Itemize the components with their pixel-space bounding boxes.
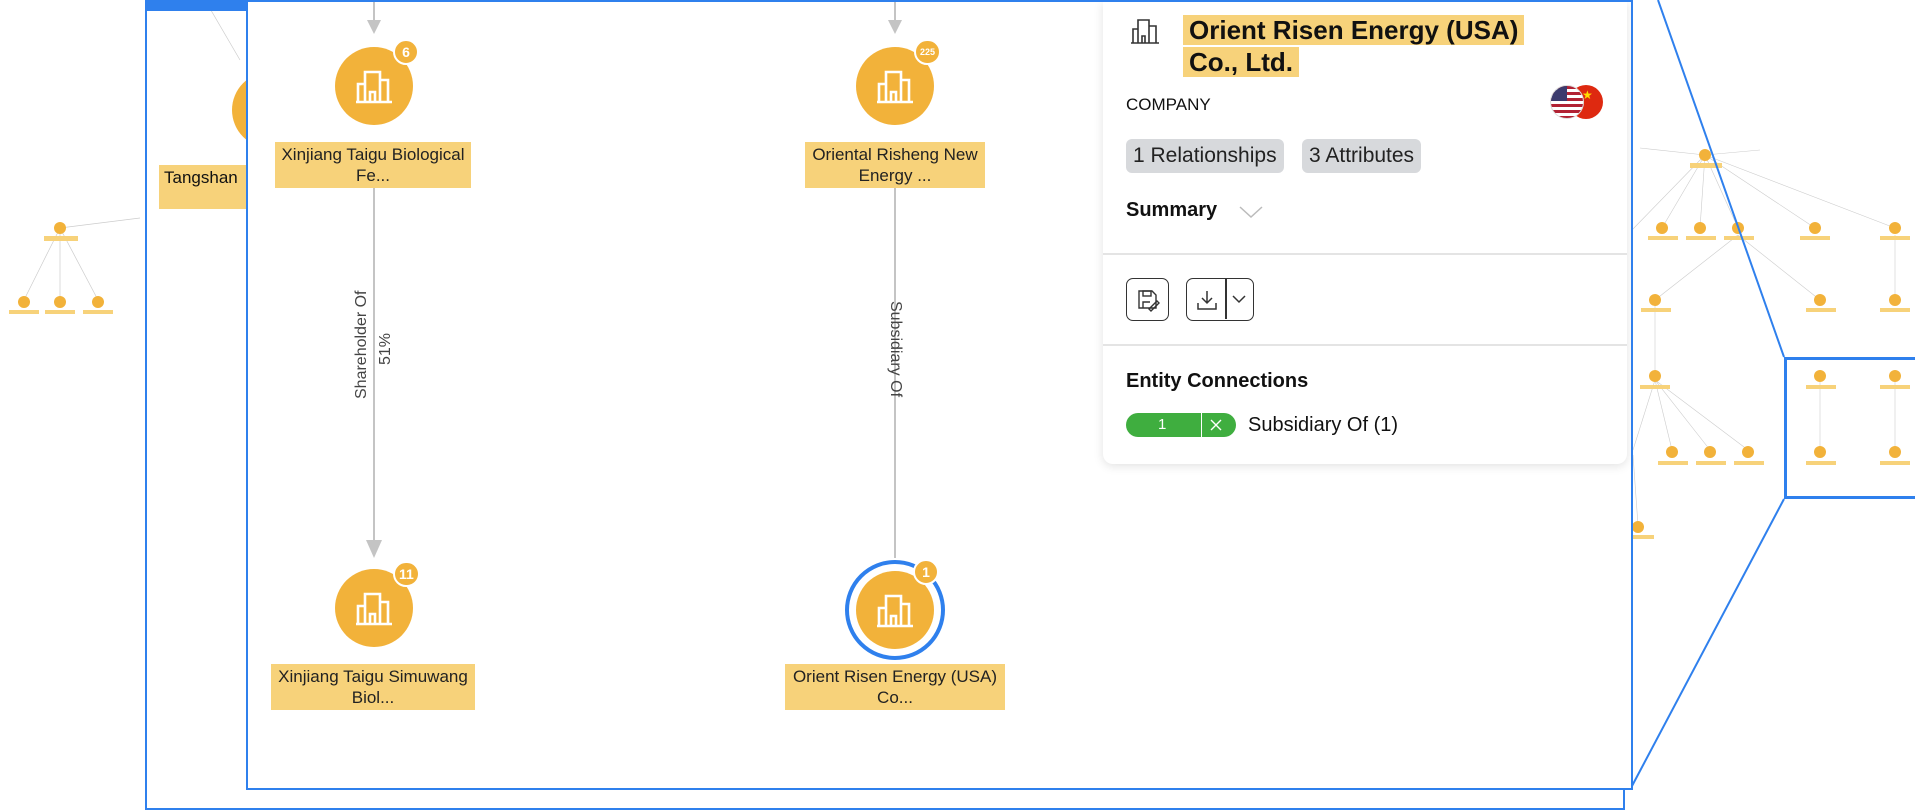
node-label: Xinjiang Taigu Simuwang Biol... — [271, 664, 475, 710]
entity-detail-card: Orient Risen Energy (USA) Co., Ltd. COMP… — [1103, 2, 1627, 464]
save-edit-icon — [1138, 290, 1160, 312]
summary-toggle[interactable]: Summary — [1126, 199, 1263, 222]
connections-heading: Entity Connections — [1126, 370, 1309, 392]
split-divider — [1225, 279, 1227, 319]
download-split-button[interactable] — [1186, 278, 1254, 321]
graph-canvas[interactable]: 6 Xinjiang Taigu Biological Fe... 225 Or… — [246, 0, 1633, 790]
company-building-icon — [356, 592, 392, 626]
node-count-badge: 6 — [393, 39, 419, 65]
node-label: Xinjiang Taigu Biological Fe... — [275, 142, 471, 188]
edge-label: Shareholder Of — [353, 290, 370, 399]
connection-count: 1 — [1158, 416, 1167, 433]
download-icon — [1197, 291, 1217, 310]
node-count-badge: 225 — [914, 39, 942, 65]
divider — [1103, 344, 1627, 346]
chevron-down-icon — [1239, 206, 1263, 219]
node-label: Oriental Risheng New Energy ... — [805, 142, 985, 188]
entity-title: Orient Risen Energy (USA) Co., Ltd. — [1183, 14, 1543, 78]
zoom-frame-header — [145, 0, 250, 11]
node-count-badge: 11 — [393, 561, 420, 587]
attributes-count[interactable]: 3 Attributes — [1302, 139, 1422, 173]
save-button[interactable] — [1126, 278, 1169, 321]
relationships-count[interactable]: 1 Relationships — [1126, 139, 1284, 173]
chevron-down-icon[interactable] — [1231, 294, 1247, 304]
company-node[interactable]: 6 — [335, 39, 419, 125]
connection-label: Subsidiary Of (1) — [1248, 414, 1399, 436]
edge-label: Subsidiary Of — [887, 300, 904, 398]
connection-count-bar[interactable]: 1 — [1126, 413, 1236, 437]
node-label: Orient Risen Energy (USA) Co... — [785, 664, 1005, 710]
company-building-icon — [877, 70, 913, 104]
divider — [1103, 253, 1627, 255]
company-node-selected[interactable]: 1 — [856, 559, 939, 649]
node-count-badge: 1 — [913, 559, 939, 585]
company-building-icon — [877, 594, 913, 628]
company-node[interactable]: 11 — [335, 561, 420, 647]
close-icon[interactable] — [1209, 418, 1223, 432]
edge-percentage-label: 51% — [377, 332, 394, 366]
summary-label: Summary — [1126, 199, 1218, 221]
company-building-icon — [1131, 19, 1159, 44]
company-node[interactable]: 225 — [856, 39, 942, 125]
company-building-icon — [356, 70, 392, 104]
entity-type: COMPANY — [1126, 95, 1211, 114]
us-flag-icon — [1550, 85, 1584, 119]
minimap-viewport[interactable] — [1784, 357, 1915, 499]
